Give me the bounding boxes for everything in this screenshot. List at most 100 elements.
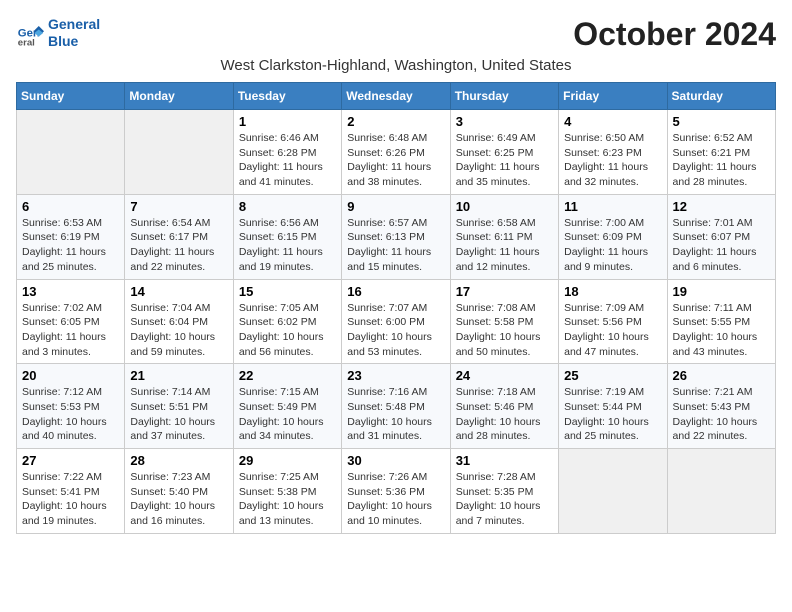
day-info: Sunrise: 6:50 AM Sunset: 6:23 PM Dayligh… [564,131,661,190]
calendar-subtitle: West Clarkston-Highland, Washington, Uni… [16,57,776,74]
calendar-cell: 13 Sunrise: 7:02 AM Sunset: 6:05 PM Dayli… [17,279,125,364]
day-info: Sunrise: 6:46 AM Sunset: 6:28 PM Dayligh… [239,131,336,190]
weekday-header-thursday: Thursday [450,83,558,110]
calendar-cell: 4 Sunrise: 6:50 AM Sunset: 6:23 PM Daylig… [559,110,667,195]
calendar-cell: 21 Sunrise: 7:14 AM Sunset: 5:51 PM Dayli… [125,364,233,449]
day-info: Sunrise: 6:49 AM Sunset: 6:25 PM Dayligh… [456,131,553,190]
day-number: 11 [564,199,661,214]
calendar-cell: 3 Sunrise: 6:49 AM Sunset: 6:25 PM Daylig… [450,110,558,195]
header: Gen eral General Blue October 2024 [16,16,776,53]
weekday-header-wednesday: Wednesday [342,83,450,110]
day-number: 3 [456,114,553,129]
day-info: Sunrise: 6:57 AM Sunset: 6:13 PM Dayligh… [347,216,444,275]
day-number: 21 [130,368,227,383]
day-number: 17 [456,284,553,299]
calendar-cell: 19Sunrise: 7:11 AM Sunset: 5:55 PM Dayli… [667,279,775,364]
day-number: 7 [130,199,227,214]
day-info: Sunrise: 7:08 AM Sunset: 5:58 PM Dayligh… [456,301,553,360]
day-info: Sunrise: 7:02 AM Sunset: 6:05 PM Dayligh… [22,301,119,360]
calendar-cell: 29 Sunrise: 7:25 AM Sunset: 5:38 PM Dayli… [233,449,341,534]
day-info: Sunrise: 7:15 AM Sunset: 5:49 PM Dayligh… [239,385,336,444]
week-row-2: 6 Sunrise: 6:53 AM Sunset: 6:19 PM Daylig… [17,194,776,279]
calendar-cell: 10 Sunrise: 6:58 AM Sunset: 6:11 PM Dayli… [450,194,558,279]
svg-text:eral: eral [18,37,35,47]
weekday-header-friday: Friday [559,83,667,110]
day-number: 22 [239,368,336,383]
day-number: 13 [22,284,119,299]
day-info: Sunrise: 7:09 AM Sunset: 5:56 PM Dayligh… [564,301,661,360]
calendar-cell: 12 Sunrise: 7:01 AM Sunset: 6:07 PM Dayli… [667,194,775,279]
weekday-header-tuesday: Tuesday [233,83,341,110]
day-info: Sunrise: 7:25 AM Sunset: 5:38 PM Dayligh… [239,470,336,529]
day-info: Sunrise: 6:48 AM Sunset: 6:26 PM Dayligh… [347,131,444,190]
calendar-cell: 30Sunrise: 7:26 AM Sunset: 5:36 PM Dayli… [342,449,450,534]
calendar-cell: 9Sunrise: 6:57 AM Sunset: 6:13 PM Daylig… [342,194,450,279]
day-number: 8 [239,199,336,214]
day-number: 29 [239,453,336,468]
day-number: 12 [673,199,770,214]
weekday-header-saturday: Saturday [667,83,775,110]
week-row-4: 20 Sunrise: 7:12 AM Sunset: 5:53 PM Dayli… [17,364,776,449]
day-info: Sunrise: 6:54 AM Sunset: 6:17 PM Dayligh… [130,216,227,275]
day-number: 26 [673,368,770,383]
calendar-cell: 28 Sunrise: 7:23 AM Sunset: 5:40 PM Dayli… [125,449,233,534]
day-number: 2 [347,114,444,129]
logo-line2: Blue [48,33,100,50]
day-number: 4 [564,114,661,129]
calendar-cell: 1Sunrise: 6:46 AM Sunset: 6:28 PM Daylig… [233,110,341,195]
day-number: 10 [456,199,553,214]
day-info: Sunrise: 7:18 AM Sunset: 5:46 PM Dayligh… [456,385,553,444]
day-info: Sunrise: 7:26 AM Sunset: 5:36 PM Dayligh… [347,470,444,529]
week-row-1: 1Sunrise: 6:46 AM Sunset: 6:28 PM Daylig… [17,110,776,195]
day-number: 25 [564,368,661,383]
day-number: 18 [564,284,661,299]
day-number: 27 [22,453,119,468]
day-info: Sunrise: 7:07 AM Sunset: 6:00 PM Dayligh… [347,301,444,360]
calendar-cell: 18 Sunrise: 7:09 AM Sunset: 5:56 PM Dayli… [559,279,667,364]
calendar-cell [667,449,775,534]
weekday-header-monday: Monday [125,83,233,110]
day-info: Sunrise: 7:01 AM Sunset: 6:07 PM Dayligh… [673,216,770,275]
logo: Gen eral General Blue [16,16,100,50]
calendar-cell: 22 Sunrise: 7:15 AM Sunset: 5:49 PM Dayli… [233,364,341,449]
logo-icon: Gen eral [16,19,44,47]
calendar-cell: 24 Sunrise: 7:18 AM Sunset: 5:46 PM Dayli… [450,364,558,449]
day-info: Sunrise: 7:23 AM Sunset: 5:40 PM Dayligh… [130,470,227,529]
day-info: Sunrise: 7:05 AM Sunset: 6:02 PM Dayligh… [239,301,336,360]
day-number: 20 [22,368,119,383]
calendar-cell: 5Sunrise: 6:52 AM Sunset: 6:21 PM Daylig… [667,110,775,195]
calendar-title: October 2024 [573,16,776,53]
day-number: 28 [130,453,227,468]
day-info: Sunrise: 7:28 AM Sunset: 5:35 PM Dayligh… [456,470,553,529]
day-number: 31 [456,453,553,468]
calendar-body: 1Sunrise: 6:46 AM Sunset: 6:28 PM Daylig… [17,110,776,534]
day-info: Sunrise: 7:16 AM Sunset: 5:48 PM Dayligh… [347,385,444,444]
week-row-5: 27 Sunrise: 7:22 AM Sunset: 5:41 PM Dayli… [17,449,776,534]
calendar-cell: 14Sunrise: 7:04 AM Sunset: 6:04 PM Dayli… [125,279,233,364]
calendar-cell: 6 Sunrise: 6:53 AM Sunset: 6:19 PM Daylig… [17,194,125,279]
calendar-cell: 25Sunrise: 7:19 AM Sunset: 5:44 PM Dayli… [559,364,667,449]
day-number: 24 [456,368,553,383]
weekday-header-row: SundayMondayTuesdayWednesdayThursdayFrid… [17,83,776,110]
calendar-cell: 26 Sunrise: 7:21 AM Sunset: 5:43 PM Dayli… [667,364,775,449]
day-number: 6 [22,199,119,214]
day-info: Sunrise: 6:53 AM Sunset: 6:19 PM Dayligh… [22,216,119,275]
calendar-cell: 23 Sunrise: 7:16 AM Sunset: 5:48 PM Dayli… [342,364,450,449]
day-info: Sunrise: 7:14 AM Sunset: 5:51 PM Dayligh… [130,385,227,444]
day-info: Sunrise: 6:56 AM Sunset: 6:15 PM Dayligh… [239,216,336,275]
calendar-cell: 8 Sunrise: 6:56 AM Sunset: 6:15 PM Daylig… [233,194,341,279]
day-info: Sunrise: 7:22 AM Sunset: 5:41 PM Dayligh… [22,470,119,529]
day-info: Sunrise: 6:58 AM Sunset: 6:11 PM Dayligh… [456,216,553,275]
day-number: 16 [347,284,444,299]
day-info: Sunrise: 7:21 AM Sunset: 5:43 PM Dayligh… [673,385,770,444]
day-number: 23 [347,368,444,383]
calendar-cell: 27 Sunrise: 7:22 AM Sunset: 5:41 PM Dayli… [17,449,125,534]
calendar-header: SundayMondayTuesdayWednesdayThursdayFrid… [17,83,776,110]
day-info: Sunrise: 7:12 AM Sunset: 5:53 PM Dayligh… [22,385,119,444]
calendar-cell: 16 Sunrise: 7:07 AM Sunset: 6:00 PM Dayli… [342,279,450,364]
day-info: Sunrise: 7:04 AM Sunset: 6:04 PM Dayligh… [130,301,227,360]
day-info: Sunrise: 7:00 AM Sunset: 6:09 PM Dayligh… [564,216,661,275]
logo-line1: General [48,16,100,33]
week-row-3: 13 Sunrise: 7:02 AM Sunset: 6:05 PM Dayli… [17,279,776,364]
day-number: 5 [673,114,770,129]
